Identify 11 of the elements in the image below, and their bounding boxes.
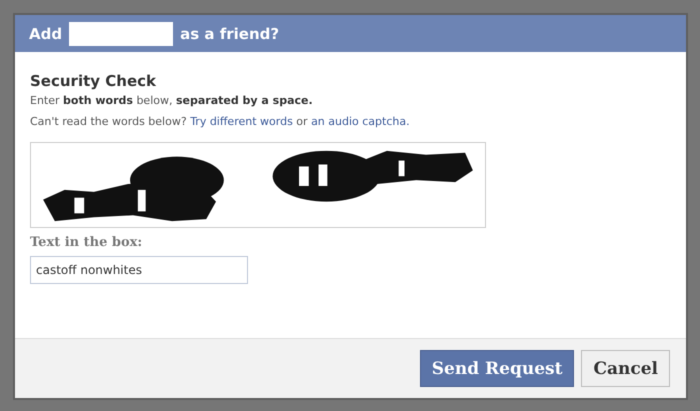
field-label: Text in the box:: [30, 235, 142, 250]
link[interactable]: an audio captcha.: [311, 115, 410, 128]
link[interactable]: Try different words: [190, 115, 293, 128]
section-heading: Security Check: [30, 72, 156, 90]
dialog-title: Add: [29, 24, 62, 42]
send-button[interactable]: Send Request: [420, 350, 574, 387]
cancel-button[interactable]: Cancel: [581, 350, 670, 387]
help-text: Can't read the words below? Try different words or an audio captcha.: [30, 115, 410, 128]
text-field[interactable]: castoff nonwhites: [30, 256, 248, 284]
dialog-title: as a friend?: [180, 24, 280, 42]
instructions-text: Enter both words below, separated by a space.: [30, 94, 313, 107]
